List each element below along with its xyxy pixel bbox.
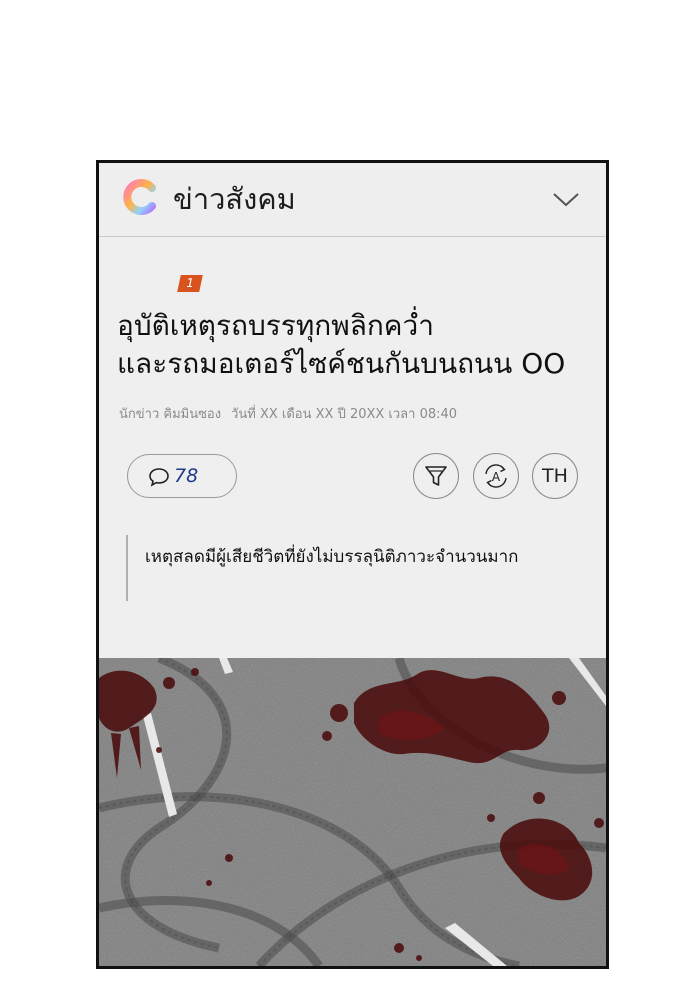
language-button[interactable]: TH bbox=[532, 453, 578, 499]
quote-bar bbox=[126, 535, 128, 601]
app-header: ข่าวสังคม bbox=[99, 163, 606, 237]
comments-button[interactable]: 78 bbox=[127, 454, 237, 498]
summary-quote: เหตุสลดมีผู้เสียชีวิตที่ยังไม่บรรลุนิติภ… bbox=[145, 547, 519, 567]
filter-icon bbox=[425, 466, 447, 486]
speech-bubble-icon bbox=[149, 468, 169, 487]
article-content: 1 อุบัติเหตุรถบรรทุกพลิกคว่ำ และรถมอเตอร… bbox=[99, 237, 606, 658]
byline-date: วันที่ XX เดือน XX ปี 20XX เวลา 08:40 bbox=[231, 407, 458, 422]
byline-reporter: นักข่าว คิมมินซอง bbox=[119, 407, 222, 422]
font-refresh-icon: A bbox=[485, 464, 507, 488]
comment-count: 78 bbox=[174, 465, 199, 487]
headline-line-2: และรถมอเตอร์ไซค์ชนกันบนถนน OO bbox=[117, 347, 566, 380]
article-headline: อุบัติเหตุรถบรรทุกพลิกคว่ำ และรถมอเตอร์ไ… bbox=[117, 307, 597, 383]
language-label: TH bbox=[542, 465, 568, 487]
accident-scene-image bbox=[99, 658, 606, 966]
rank-badge: 1 bbox=[177, 275, 203, 292]
chevron-down-icon[interactable] bbox=[552, 189, 580, 209]
phone-frame: ข่าวสังคม 1 อุบัติเหตุรถบรรทุกพลิกคว่ำ แ… bbox=[96, 160, 609, 969]
section-title: ข่าวสังคม bbox=[173, 182, 296, 216]
c-logo-icon[interactable] bbox=[123, 179, 159, 215]
svg-text:A: A bbox=[492, 470, 501, 484]
article-byline: นักข่าว คิมมินซอง วันที่ XX เดือน XX ปี 2… bbox=[119, 403, 457, 424]
font-size-button[interactable]: A bbox=[473, 453, 519, 499]
filter-button[interactable] bbox=[413, 453, 459, 499]
headline-line-1: อุบัติเหตุรถบรรทุกพลิกคว่ำ bbox=[117, 309, 434, 342]
